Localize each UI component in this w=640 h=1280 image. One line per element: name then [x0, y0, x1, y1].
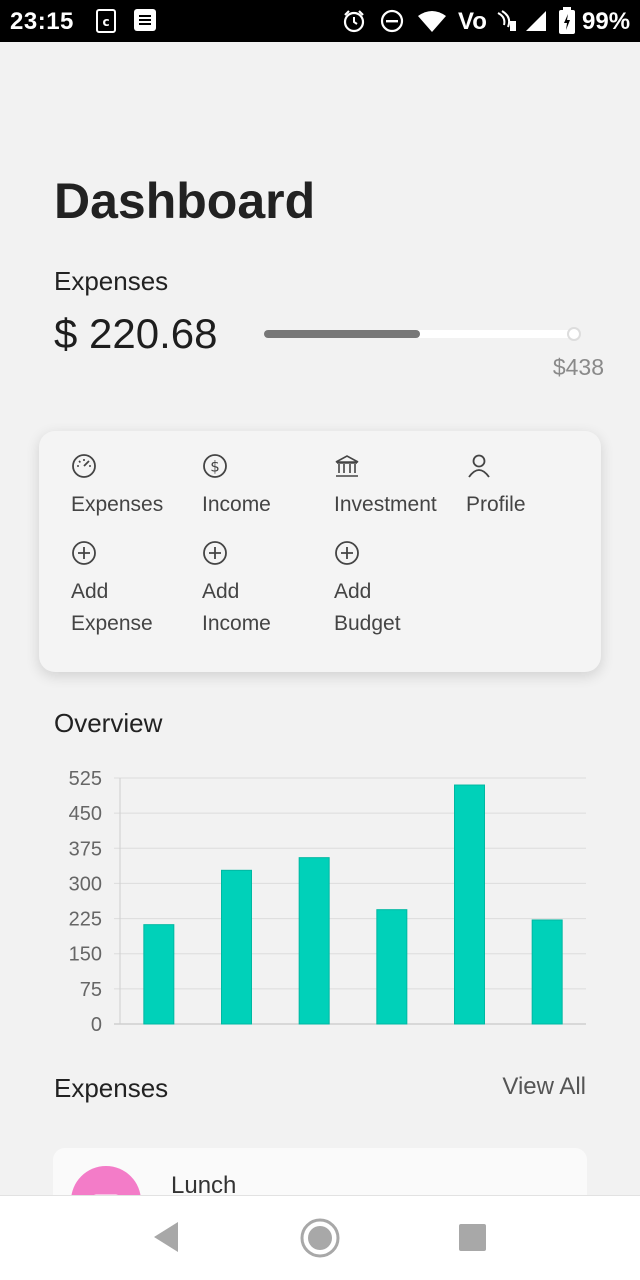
chart-bar[interactable]	[221, 869, 252, 1025]
volte-label: Vo	[458, 8, 487, 35]
expenses-section-title: Expenses	[54, 1073, 169, 1103]
expenses-summary-label: Expenses	[54, 266, 169, 296]
menu-item-label: Add Income	[202, 580, 271, 635]
battery-percent: 99%	[582, 8, 631, 35]
svg-text:c: c	[102, 15, 109, 29]
quick-actions-card: Expenses $ Income Investment Profile Add…	[39, 431, 601, 672]
menu-item-label: Add Expense	[71, 580, 153, 635]
budget-max-label: $438	[552, 354, 604, 380]
back-icon[interactable]	[150, 1220, 182, 1254]
y-tick-label: 375	[69, 838, 102, 860]
y-tick-label: 525	[69, 768, 102, 790]
wifi-icon	[418, 11, 446, 32]
dollar-circle-icon: $	[203, 454, 227, 478]
volte-icon	[497, 10, 516, 31]
chart-bar[interactable]	[376, 909, 408, 1025]
expenses-amount: $ 220.68	[54, 310, 218, 357]
y-tick-label: 0	[91, 1014, 102, 1036]
system-nav-bar	[0, 1195, 640, 1280]
y-tick-label: 450	[69, 803, 102, 825]
progress-end-marker	[567, 327, 581, 341]
menu-item-add-income[interactable]: Add Income	[202, 540, 322, 640]
menu-item-investment[interactable]: Investment	[334, 453, 454, 521]
menu-item-expenses[interactable]: Expenses	[71, 453, 191, 521]
home-icon[interactable]	[299, 1217, 341, 1259]
y-tick-label: 75	[80, 979, 102, 1001]
chart-bar[interactable]	[143, 924, 175, 1025]
chart-bar[interactable]	[531, 919, 563, 1025]
menu-item-profile[interactable]: Profile	[466, 453, 586, 521]
progress-fill	[264, 330, 420, 338]
y-tick-label: 150	[69, 944, 102, 966]
menu-item-income[interactable]: $ Income	[202, 453, 322, 521]
chart-bar[interactable]	[454, 784, 485, 1025]
menu-item-add-budget[interactable]: Add Budget	[334, 540, 454, 640]
user-icon	[468, 454, 490, 478]
menu-item-label: Profile	[466, 493, 526, 516]
plus-circle-icon	[203, 541, 227, 565]
budget-progress-bar	[264, 327, 581, 341]
menu-item-add-expense[interactable]: Add Expense	[71, 540, 191, 640]
view-all-link[interactable]: View All	[502, 1073, 586, 1101]
menu-item-label: Income	[202, 493, 271, 516]
notification-c-icon: c	[96, 9, 116, 33]
status-bar: 23:15 c Vo 99%	[0, 0, 640, 42]
overview-bar-chart: 525 450 375 300 225 150 75 0	[69, 768, 586, 1036]
notification-list-icon	[134, 9, 156, 31]
y-tick-label: 225	[69, 909, 102, 931]
plus-circle-icon	[335, 541, 359, 565]
battery-icon	[559, 7, 575, 34]
status-time: 23:15	[10, 8, 74, 35]
speedometer-icon	[72, 454, 96, 478]
menu-item-label: Expenses	[71, 493, 164, 516]
alarm-icon	[343, 10, 365, 33]
svg-text:$: $	[210, 458, 220, 476]
overview-title: Overview	[54, 708, 163, 738]
menu-item-label: Investment	[334, 493, 437, 516]
recents-icon[interactable]	[458, 1223, 488, 1253]
menu-item-label: Add Budget	[334, 580, 401, 635]
plus-circle-icon	[72, 541, 96, 565]
bank-icon	[335, 455, 359, 477]
chart-bar[interactable]	[298, 857, 330, 1025]
dnd-icon	[380, 9, 404, 33]
y-tick-label: 300	[69, 873, 102, 895]
signal-icon	[526, 11, 546, 31]
page-title: Dashboard	[54, 173, 316, 229]
